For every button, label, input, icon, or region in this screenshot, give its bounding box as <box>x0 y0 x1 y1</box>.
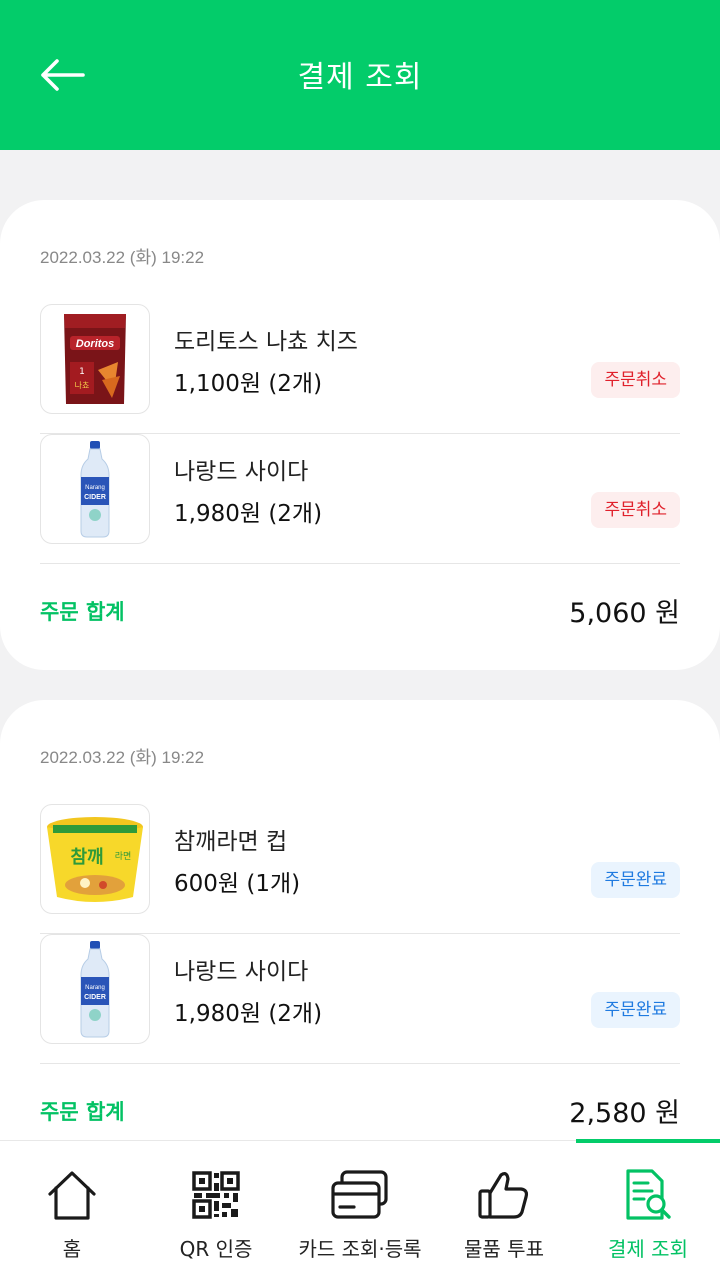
credit-card-icon <box>331 1170 388 1219</box>
nav-label: QR 인증 <box>179 1237 253 1261</box>
nav-label: 결제 조회 <box>608 1237 688 1261</box>
order-item[interactable]: Narang CIDER 나랑드 사이다 1,980원 (2개) 주문완료 <box>40 934 680 1064</box>
nav-item-home[interactable]: 홈 <box>0 1141 144 1280</box>
nav-item-card[interactable]: 카드 조회·등록 <box>288 1141 432 1280</box>
product-image-cider: Narang CIDER <box>40 934 150 1044</box>
order-total-label: 주문 합계 <box>40 1100 125 1124</box>
qr-code-icon <box>192 1171 240 1219</box>
svg-text:Narang: Narang <box>85 985 105 991</box>
order-list[interactable]: 2022.03.22 (화) 19:22 Doritos 1 나쵸 도리토스 나… <box>0 150 720 1140</box>
svg-text:참깨: 참깨 <box>70 847 103 868</box>
status-badge: 주문취소 <box>591 492 680 528</box>
svg-text:라면: 라면 <box>115 851 132 862</box>
status-badge: 주문완료 <box>591 992 680 1028</box>
nav-item-qr[interactable]: QR 인증 <box>144 1141 288 1280</box>
product-name: 나랑드 사이다 <box>174 459 309 485</box>
thumbs-up-icon <box>478 1172 529 1219</box>
product-price: 1,980원 (2개) <box>174 1001 323 1027</box>
nav-label: 카드 조회·등록 <box>298 1237 422 1261</box>
order-total-label: 주문 합계 <box>40 600 125 624</box>
product-price: 600원 (1개) <box>174 871 301 897</box>
status-badge: 주문취소 <box>591 362 680 398</box>
home-icon <box>48 1171 96 1220</box>
order-total-value: 5,060 원 <box>569 598 680 629</box>
order-total-value: 2,580 원 <box>569 1098 680 1129</box>
svg-text:1: 1 <box>79 367 85 377</box>
product-price: 1,980원 (2개) <box>174 501 323 527</box>
nav-label: 물품 투표 <box>464 1237 544 1261</box>
order-date: 2022.03.22 (화) 19:22 <box>40 748 205 767</box>
order-card: 2022.03.22 (화) 19:22 참깨 라면 참깨라면 컵 600원 (… <box>0 700 720 1140</box>
svg-text:Narang: Narang <box>85 485 105 491</box>
product-name: 참깨라면 컵 <box>174 829 288 855</box>
order-item[interactable]: Doritos 1 나쵸 도리토스 나쵸 치즈 1,100원 (2개) 주문취소 <box>40 304 680 434</box>
svg-text:CIDER: CIDER <box>84 494 106 501</box>
nav-label: 홈 <box>62 1237 82 1261</box>
app-header: 결제 조회 <box>0 0 720 150</box>
product-name: 나랑드 사이다 <box>174 959 309 985</box>
status-badge: 주문완료 <box>591 862 680 898</box>
product-image-ramen: 참깨 라면 <box>40 804 150 914</box>
product-image-doritos: Doritos 1 나쵸 <box>40 304 150 414</box>
svg-text:나쵸: 나쵸 <box>75 381 90 390</box>
order-date: 2022.03.22 (화) 19:22 <box>40 248 205 267</box>
product-image-cider: Narang CIDER <box>40 434 150 544</box>
svg-text:CIDER: CIDER <box>84 994 106 1001</box>
bottom-nav: 홈 QR 인증 카드 조회·등록 물품 투표 결제 조회 <box>0 1139 720 1280</box>
product-price: 1,100원 (2개) <box>174 371 323 397</box>
nav-item-vote[interactable]: 물품 투표 <box>432 1141 576 1280</box>
order-item[interactable]: Narang CIDER 나랑드 사이다 1,980원 (2개) 주문취소 <box>40 434 680 564</box>
nav-item-payment[interactable]: 결제 조회 <box>576 1139 720 1280</box>
order-card: 2022.03.22 (화) 19:22 Doritos 1 나쵸 도리토스 나… <box>0 200 720 670</box>
svg-text:Doritos: Doritos <box>76 338 115 350</box>
order-item[interactable]: 참깨 라면 참깨라면 컵 600원 (1개) 주문완료 <box>40 804 680 934</box>
product-name: 도리토스 나쵸 치즈 <box>174 329 358 355</box>
page-title: 결제 조회 <box>297 60 423 95</box>
receipt-search-icon <box>626 1169 671 1220</box>
